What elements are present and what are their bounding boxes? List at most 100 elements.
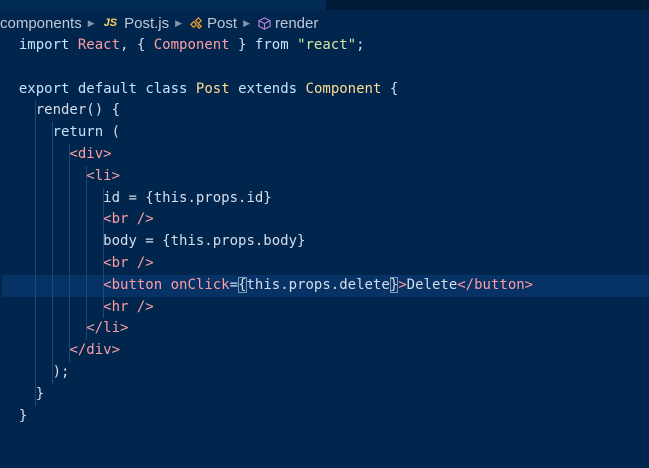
indent-guide	[103, 274, 104, 297]
code-token: </li>	[86, 320, 129, 337]
breadcrumb: components ▶ JS Post.js ▶ Post ▶ render	[0, 12, 318, 34]
indent-guide	[69, 340, 70, 362]
breadcrumb-label: Post	[207, 14, 238, 32]
code-token: default	[77, 80, 137, 97]
breadcrumb-label: Post.js	[124, 14, 170, 32]
code-line[interactable]: }	[2, 406, 649, 428]
code-line[interactable]: <hr />	[2, 296, 649, 319]
code-line[interactable]: body = {this.props.body}	[2, 231, 649, 253]
code-token: >	[398, 276, 407, 293]
indent-guide	[86, 209, 87, 232]
indent-guide	[69, 252, 70, 275]
breadcrumb-item-method[interactable]: render	[257, 15, 318, 32]
indent-guide	[69, 231, 70, 253]
code-token: export	[18, 80, 70, 97]
indent-guide	[35, 143, 36, 166]
code-area[interactable]: import React, { Component } from "react"…	[0, 35, 649, 427]
indent-guide	[69, 296, 70, 319]
inactive-tab-edge[interactable]	[326, 0, 649, 10]
code-token: body = {this.props.body}	[103, 233, 306, 250]
js-file-icon: JS	[103, 17, 118, 29]
code-token: Post	[195, 80, 230, 97]
code-token: ;	[356, 37, 365, 53]
code-line[interactable]: </div>	[2, 340, 649, 362]
code-token: id = {this.props.id}	[103, 189, 272, 206]
code-line[interactable]: return (	[2, 122, 649, 144]
indent-guide	[52, 209, 53, 232]
code-line[interactable]	[2, 57, 649, 79]
indent-guide	[86, 187, 87, 210]
code-line[interactable]: <br />	[2, 252, 649, 275]
indent-guide	[86, 274, 87, 297]
breadcrumb-item-class[interactable]: Post	[189, 15, 237, 32]
breadcrumb-item-file[interactable]: JS Post.js	[102, 15, 169, 32]
indent-guide	[86, 296, 87, 319]
indent-guide	[69, 143, 70, 166]
code-token: return	[52, 124, 104, 141]
code-token: Component	[153, 37, 230, 53]
code-line[interactable]: export default class Post extends Compon…	[2, 79, 649, 101]
indent-guide	[52, 231, 53, 253]
indent-guide	[52, 318, 53, 341]
breadcrumb-item-components[interactable]: components	[0, 15, 82, 32]
indent-guide	[103, 209, 104, 232]
indent-guide	[52, 143, 53, 166]
indent-guide	[52, 340, 53, 362]
indent-guide	[69, 274, 70, 297]
code-line[interactable]: </li>	[2, 318, 649, 341]
active-tab-edge[interactable]	[0, 0, 326, 10]
code-token: this.props.delete	[246, 276, 390, 293]
code-line[interactable]: <button onClick={this.props.delete}>Dele…	[2, 274, 649, 297]
code-line[interactable]: id = {this.props.id}	[2, 187, 649, 210]
code-token: render() {	[35, 102, 121, 119]
code-line[interactable]: <div>	[2, 143, 649, 166]
indent-guide	[35, 165, 36, 188]
code-line[interactable]: );	[2, 361, 649, 384]
indent-guide	[69, 165, 70, 188]
method-cube-icon	[258, 16, 271, 30]
code-token: }	[229, 37, 255, 53]
code-token: "react"	[297, 37, 357, 53]
indent-guide	[35, 252, 36, 275]
code-token: <br />	[103, 211, 154, 228]
code-token: onClick	[170, 276, 230, 293]
code-line[interactable]: }	[2, 383, 649, 406]
indent-guide	[52, 274, 53, 297]
code-token: </div>	[69, 342, 121, 359]
code-token: </button>	[457, 276, 534, 293]
code-line[interactable]: import React, { Component } from "react"…	[2, 35, 649, 57]
indent-guide	[52, 187, 53, 210]
code-token: <br />	[103, 254, 154, 271]
code-line[interactable]: <br />	[2, 209, 649, 232]
code-token: import	[18, 37, 70, 53]
indent-guide	[86, 231, 87, 253]
indent-guide	[35, 187, 36, 210]
code-token: Component	[305, 80, 382, 97]
code-line[interactable]: <li>	[2, 165, 649, 188]
indent-guide	[86, 165, 87, 188]
indent-guide	[35, 318, 36, 341]
indent-guide	[35, 340, 36, 362]
indent-guide	[35, 383, 36, 406]
breadcrumb-label: render	[274, 14, 319, 32]
indent-guide	[69, 187, 70, 210]
indent-guide	[103, 296, 104, 319]
code-token: Delete	[406, 276, 458, 293]
code-editor[interactable]: components ▶ JS Post.js ▶ Post ▶ render …	[0, 0, 649, 468]
code-token: }	[389, 276, 399, 293]
code-token: extends	[238, 80, 298, 97]
code-token: <li>	[86, 167, 121, 184]
indent-guide	[69, 209, 70, 232]
code-line[interactable]: render() {	[2, 100, 649, 123]
code-token: (	[103, 124, 121, 141]
